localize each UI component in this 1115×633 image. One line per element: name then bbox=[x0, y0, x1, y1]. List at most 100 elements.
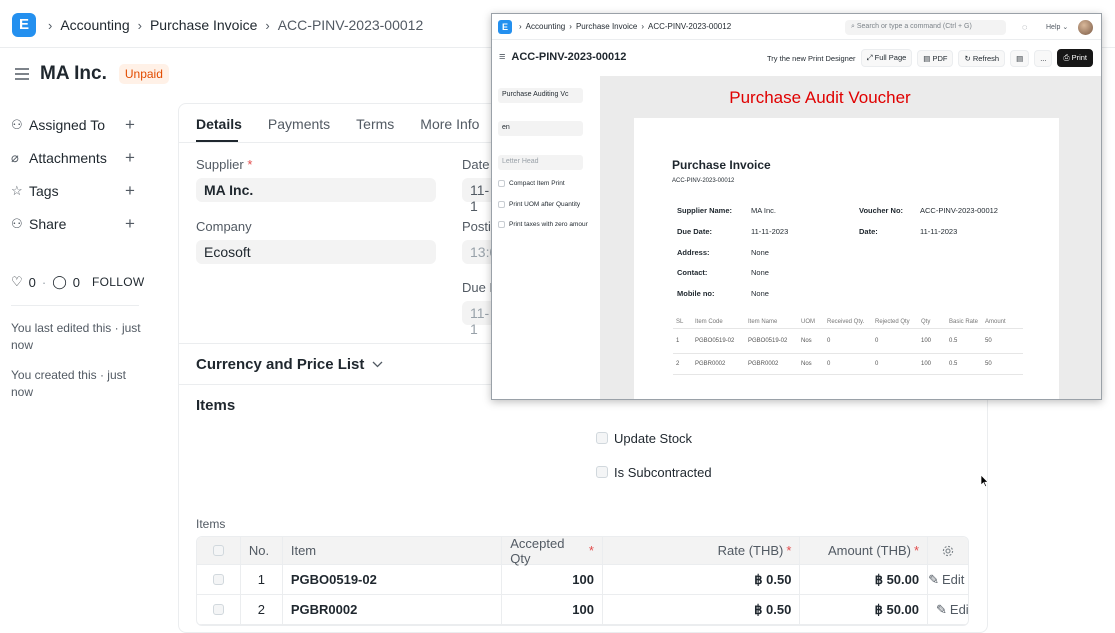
contact-key: Contact: bbox=[677, 268, 708, 277]
mouse-cursor-icon bbox=[980, 474, 989, 488]
row-checkbox[interactable] bbox=[212, 604, 224, 615]
bell-icon[interactable]: ◌ bbox=[1022, 22, 1027, 32]
items-table: No. Item Accepted Qty * Rate (THB) * Amoun… bbox=[196, 536, 969, 626]
document-icon: ▤ bbox=[1016, 53, 1024, 63]
checkbox[interactable] bbox=[498, 180, 505, 187]
doc-title: Purchase Invoice bbox=[672, 158, 771, 172]
gear-icon[interactable] bbox=[928, 537, 968, 564]
breadcrumb-accounting[interactable]: Accounting bbox=[526, 22, 566, 31]
settings-doc-button[interactable]: ▤ bbox=[1010, 49, 1030, 67]
is-subcontracted-label: Is Subcontracted bbox=[614, 465, 712, 480]
row-no: 1 bbox=[241, 565, 283, 594]
like-count: 0 bbox=[28, 274, 36, 290]
print-taxes-zero-option[interactable]: Print taxes with zero amour bbox=[498, 221, 588, 228]
breadcrumb-current: ACC-PINV-2023-00012 bbox=[277, 17, 424, 33]
page-title: ACC-PINV-2023-00012 bbox=[511, 51, 627, 63]
sidebar-item-label: Share bbox=[29, 216, 67, 232]
row-rate[interactable]: ฿ 0.50 bbox=[603, 565, 801, 594]
row-qty[interactable]: 100 bbox=[502, 595, 603, 624]
is-subcontracted-checkbox[interactable] bbox=[596, 466, 608, 478]
voucher-no-key: Voucher No: bbox=[859, 206, 904, 215]
tab-terms[interactable]: Terms bbox=[356, 116, 394, 144]
sidebar-item-label: Assigned To bbox=[29, 117, 106, 133]
table-row[interactable]: 2 PGBR0002 100 ฿ 0.50 ฿ 50.00 ✎Edit bbox=[197, 595, 968, 625]
col-amount: Amount (THB) * bbox=[800, 537, 929, 564]
paperclip-icon: ⌀ bbox=[11, 150, 19, 165]
help-dropdown[interactable]: Help ⌄ bbox=[1046, 23, 1068, 31]
print-uom-option[interactable]: Print UOM after Quantity bbox=[498, 201, 580, 208]
col-item: Item bbox=[283, 537, 503, 564]
print-table-row: 1 PGBO0519-02 PGBO0519-02 Nos 0 0 100 0.… bbox=[673, 329, 1023, 354]
language-select[interactable]: en bbox=[498, 121, 583, 136]
expand-icon: ⤢ bbox=[866, 53, 875, 62]
preview-heading: Purchase Audit Voucher bbox=[729, 88, 911, 107]
avatar[interactable] bbox=[1078, 20, 1093, 35]
row-qty[interactable]: 100 bbox=[502, 565, 603, 594]
follow-button[interactable]: FOLLOW bbox=[92, 275, 144, 289]
breadcrumb-purchase-invoice[interactable]: Purchase Invoice bbox=[576, 22, 637, 31]
sidebar-item-assigned-to[interactable]: ⚇ Assigned To + bbox=[11, 115, 141, 135]
row-edit-button[interactable]: ✎Edit bbox=[928, 565, 968, 594]
app-logo[interactable]: E bbox=[498, 20, 512, 34]
checkbox[interactable] bbox=[498, 201, 505, 208]
update-stock-checkbox[interactable] bbox=[596, 432, 608, 444]
breadcrumb-current: ACC-PINV-2023-00012 bbox=[647, 22, 732, 31]
plus-icon[interactable]: + bbox=[125, 181, 135, 201]
supplier-label: Supplier * bbox=[196, 157, 253, 172]
refresh-button[interactable]: ↻ Refresh bbox=[958, 49, 1006, 67]
hamburger-menu-icon[interactable] bbox=[14, 67, 32, 81]
app-logo[interactable]: E bbox=[12, 13, 36, 37]
section-title: Currency and Price List bbox=[196, 356, 365, 373]
row-item[interactable]: PGBO0519-02 bbox=[283, 565, 503, 594]
supplier-field[interactable]: MA Inc. bbox=[196, 178, 436, 202]
comment-count: 0 bbox=[72, 274, 81, 290]
row-rate[interactable]: ฿ 0.50 bbox=[603, 595, 801, 624]
supplier-name-key: Supplier Name: bbox=[677, 206, 733, 215]
hamburger-menu-icon[interactable]: ≡ bbox=[499, 51, 505, 63]
row-item[interactable]: PGBR0002 bbox=[283, 595, 503, 624]
heart-icon[interactable]: ♡ bbox=[11, 274, 23, 290]
tab-payments[interactable]: Payments bbox=[268, 116, 330, 144]
due-date-key: Due Date: bbox=[677, 227, 713, 236]
chevron-right-icon: › bbox=[569, 22, 572, 31]
print-page: Purchase Invoice ACC-PINV-2023-00012 Sup… bbox=[634, 118, 1059, 399]
address-value: None bbox=[751, 248, 769, 257]
more-button[interactable]: ... bbox=[1034, 49, 1053, 67]
compact-item-print-option[interactable]: Compact Item Print bbox=[498, 180, 565, 187]
breadcrumb-purchase-invoice[interactable]: Purchase Invoice bbox=[150, 17, 257, 33]
print-preview-area: Purchase Audit Voucher Purchase Invoice … bbox=[600, 76, 1101, 399]
table-row[interactable]: 1 PGBO0519-02 100 ฿ 0.50 ฿ 50.00 ✎ Edit bbox=[197, 565, 968, 595]
breadcrumb: › Accounting › Purchase Invoice › ACC-PI… bbox=[48, 17, 423, 33]
chevron-right-icon: › bbox=[519, 22, 522, 31]
sidebar-item-tags[interactable]: ☆ Tags + bbox=[11, 181, 141, 201]
sidebar-item-attachments[interactable]: ⌀ Attachments + bbox=[11, 148, 141, 168]
tab-more-info[interactable]: More Info bbox=[420, 116, 479, 144]
mobile-key: Mobile no: bbox=[677, 289, 715, 298]
select-all-checkbox[interactable] bbox=[212, 545, 224, 556]
plus-icon[interactable]: + bbox=[125, 148, 135, 168]
print-format-select[interactable]: Purchase Auditing Vc bbox=[498, 88, 583, 103]
letter-head-select[interactable]: Letter Head bbox=[498, 155, 583, 170]
breadcrumb-accounting[interactable]: Accounting bbox=[60, 17, 129, 33]
row-checkbox[interactable] bbox=[212, 574, 224, 585]
company-field[interactable]: Ecosoft bbox=[196, 240, 436, 264]
search-input[interactable]: ⌕ Search or type a command (Ctrl + G) bbox=[845, 20, 1006, 35]
currency-section-toggle[interactable]: Currency and Price List bbox=[196, 356, 383, 373]
company-label: Company bbox=[196, 219, 252, 234]
chevron-right-icon: › bbox=[48, 17, 53, 33]
row-edit-button[interactable]: ✎Edit bbox=[928, 595, 968, 624]
print-button[interactable]: ⎙ Print bbox=[1057, 49, 1093, 67]
comment-icon[interactable]: ◯ bbox=[52, 274, 67, 290]
checkbox[interactable] bbox=[498, 221, 505, 228]
full-page-button[interactable]: ⤢ Full Page bbox=[860, 49, 913, 67]
sidebar-item-label: Attachments bbox=[29, 150, 107, 166]
print-title-bar: ≡ ACC-PINV-2023-00012 bbox=[499, 51, 626, 63]
pdf-button[interactable]: ▤ PDF bbox=[917, 49, 954, 67]
sidebar-item-share[interactable]: ⚇ Share + bbox=[11, 214, 141, 234]
print-designer-link[interactable]: Try the new Print Designer bbox=[767, 54, 856, 63]
created-note: You created this · just now bbox=[11, 368, 126, 399]
plus-icon[interactable]: + bbox=[125, 115, 135, 135]
print-items-table: SL Item Code Item Name UOM Received Qty.… bbox=[673, 316, 1023, 375]
plus-icon[interactable]: + bbox=[125, 214, 135, 234]
col-rate: Rate (THB) * bbox=[603, 537, 801, 564]
